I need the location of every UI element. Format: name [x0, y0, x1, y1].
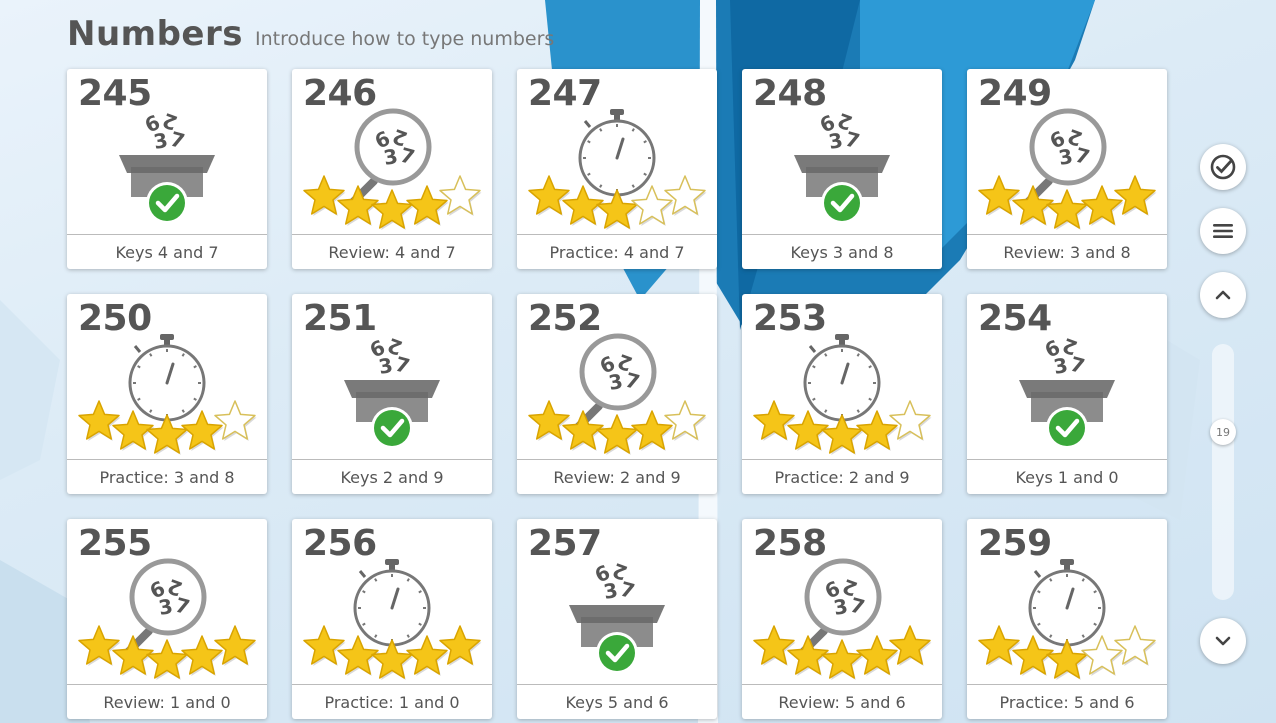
lesson-card-256[interactable]: 256 Practice: 1 and 0 [292, 519, 492, 719]
lesson-card-250[interactable]: 250 Practice: 3 and 8 [67, 294, 267, 494]
lesson-card-252[interactable]: 6 2 3 7 252 Review: 2 and 9 [517, 294, 717, 494]
hamburger-menu-icon [1213, 224, 1233, 238]
page-header: Numbers Introduce how to type numbers [67, 14, 554, 54]
scroll-down-button[interactable] [1200, 618, 1246, 664]
check-circle-icon [1210, 154, 1236, 180]
lesson-title: Practice: 3 and 8 [67, 459, 267, 494]
lesson-title: Keys 1 and 0 [967, 459, 1167, 494]
lesson-card-251[interactable]: 6 2 3 7 251 Keys 2 and 9 [292, 294, 492, 494]
lesson-number: 246 [303, 73, 377, 114]
lesson-title: Review: 2 and 9 [517, 459, 717, 494]
lesson-number: 253 [753, 298, 827, 339]
lesson-card-246[interactable]: 6 2 3 7 246 Review: 4 and 7 [292, 69, 492, 269]
lesson-title: Practice: 4 and 7 [517, 234, 717, 269]
chevron-up-icon [1215, 290, 1231, 300]
lesson-title: Practice: 5 and 6 [967, 684, 1167, 719]
lesson-title: Keys 3 and 8 [742, 234, 942, 269]
lesson-number: 251 [303, 298, 377, 339]
lesson-title: Keys 5 and 6 [517, 684, 717, 719]
page-title: Numbers [67, 14, 243, 54]
stopwatch-icon [803, 334, 881, 422]
lesson-number: 254 [978, 298, 1052, 339]
check-icon [1046, 407, 1088, 449]
lesson-card-258[interactable]: 6 2 3 7 258 Review: 5 and 6 [742, 519, 942, 719]
lesson-title: Keys 4 and 7 [67, 234, 267, 269]
scroll-track[interactable]: 19 [1210, 344, 1236, 600]
check-icon [821, 182, 863, 224]
lesson-title: Keys 2 and 9 [292, 459, 492, 494]
check-icon [146, 182, 188, 224]
stopwatch-icon [353, 559, 431, 647]
scroll-value: 19 [1216, 425, 1230, 439]
lesson-number: 257 [528, 523, 602, 564]
lesson-card-249[interactable]: 6 2 3 7 249 Review: 3 and 8 [967, 69, 1167, 269]
scroll-up-button[interactable] [1200, 272, 1246, 318]
lesson-number: 259 [978, 523, 1052, 564]
page-subtitle: Introduce how to type numbers [255, 28, 555, 50]
lesson-title: Practice: 2 and 9 [742, 459, 942, 494]
check-icon [596, 632, 638, 674]
lesson-card-254[interactable]: 6 2 3 7 254 Keys 1 and 0 [967, 294, 1167, 494]
lesson-title: Review: 5 and 6 [742, 684, 942, 719]
lesson-number: 249 [978, 73, 1052, 114]
lesson-number: 245 [78, 73, 152, 114]
lesson-grid: 6 2 3 7 245 Keys 4 and 7 6 2 3 7 246 Review… [67, 69, 1167, 719]
stopwatch-icon [578, 109, 656, 197]
lesson-number: 256 [303, 523, 377, 564]
lesson-card-255[interactable]: 6 2 3 7 255 Review: 1 and 0 [67, 519, 267, 719]
lesson-number: 252 [528, 298, 602, 339]
lesson-number: 255 [78, 523, 152, 564]
lesson-number: 250 [78, 298, 152, 339]
lesson-title: Review: 3 and 8 [967, 234, 1167, 269]
chevron-down-icon [1215, 636, 1231, 646]
lesson-number: 258 [753, 523, 827, 564]
scroll-thumb[interactable]: 19 [1210, 419, 1236, 445]
lesson-card-257[interactable]: 6 2 3 7 257 Keys 5 and 6 [517, 519, 717, 719]
progress-check-button[interactable] [1200, 144, 1246, 190]
check-icon [371, 407, 413, 449]
lesson-card-247[interactable]: 247 Practice: 4 and 7 [517, 69, 717, 269]
stopwatch-icon [1028, 559, 1106, 647]
lesson-number: 247 [528, 73, 602, 114]
stopwatch-icon [128, 334, 206, 422]
menu-button[interactable] [1200, 208, 1246, 254]
lesson-card-245[interactable]: 6 2 3 7 245 Keys 4 and 7 [67, 69, 267, 269]
lesson-card-248[interactable]: 6 2 3 7 248 Keys 3 and 8 [742, 69, 942, 269]
lesson-title: Practice: 1 and 0 [292, 684, 492, 719]
lesson-card-253[interactable]: 253 Practice: 2 and 9 [742, 294, 942, 494]
lesson-card-259[interactable]: 259 Practice: 5 and 6 [967, 519, 1167, 719]
lesson-number: 248 [753, 73, 827, 114]
lesson-title: Review: 1 and 0 [67, 684, 267, 719]
sidebar-controls: 19 [1200, 0, 1246, 723]
lesson-title: Review: 4 and 7 [292, 234, 492, 269]
